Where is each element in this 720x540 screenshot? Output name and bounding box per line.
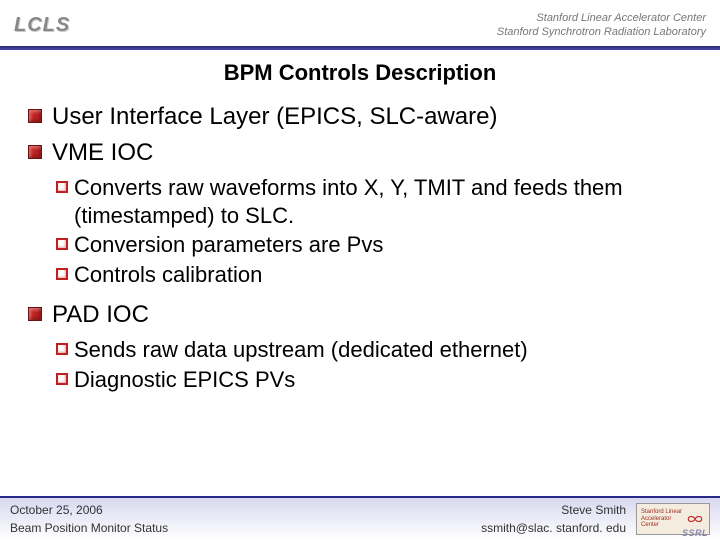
hollow-square-bullet-icon bbox=[56, 343, 68, 355]
footer-subtitle: Beam Position Monitor Status bbox=[10, 519, 481, 537]
bullet-item-l2: Diagnostic EPICS PVs bbox=[56, 366, 698, 394]
hollow-square-bullet-icon bbox=[56, 238, 68, 250]
footer-mid: Steve Smith ssmith@slac. stanford. edu bbox=[481, 501, 636, 537]
hollow-square-bullet-icon bbox=[56, 181, 68, 193]
bullet-item-l1: PAD IOC bbox=[28, 300, 698, 330]
bullet-text: Sends raw data upstream (dedicated ether… bbox=[74, 336, 528, 364]
footer-email: ssmith@slac. stanford. edu bbox=[481, 519, 626, 537]
bullet-item-l2: Conversion parameters are Pvs bbox=[56, 231, 698, 259]
footer-logo-line: Center bbox=[641, 522, 682, 529]
slide-content: User Interface Layer (EPICS, SLC-aware) … bbox=[0, 102, 720, 393]
bullet-text: Diagnostic EPICS PVs bbox=[74, 366, 295, 394]
bullet-text: Controls calibration bbox=[74, 261, 262, 289]
bullet-item-l2: Converts raw waveforms into X, Y, TMIT a… bbox=[56, 174, 698, 229]
bullet-text: VME IOC bbox=[52, 138, 153, 168]
footer-logo-line: Stanford Linear bbox=[641, 509, 682, 516]
hollow-square-bullet-icon bbox=[56, 373, 68, 385]
logo-right: Stanford Linear Accelerator Center Stanf… bbox=[497, 11, 706, 40]
bullet-item-l1: VME IOC bbox=[28, 138, 698, 168]
logo-right-line2: Stanford Synchrotron Radiation Laborator… bbox=[497, 25, 706, 39]
footer-date: October 25, 2006 bbox=[10, 501, 481, 519]
ssrl-label: SSRL bbox=[682, 528, 708, 538]
bullet-item-l1: User Interface Layer (EPICS, SLC-aware) bbox=[28, 102, 698, 132]
bullet-text: PAD IOC bbox=[52, 300, 149, 330]
bullet-text: Converts raw waveforms into X, Y, TMIT a… bbox=[74, 174, 698, 229]
logo-right-line1: Stanford Linear Accelerator Center bbox=[497, 11, 706, 25]
bullet-text: Conversion parameters are Pvs bbox=[74, 231, 383, 259]
square-bullet-icon bbox=[28, 145, 42, 159]
bullet-text: User Interface Layer (EPICS, SLC-aware) bbox=[52, 102, 498, 132]
hollow-square-bullet-icon bbox=[56, 268, 68, 280]
square-bullet-icon bbox=[28, 109, 42, 123]
footer-author: Steve Smith bbox=[481, 501, 626, 519]
header: LCLS Stanford Linear Accelerator Center … bbox=[0, 0, 720, 46]
footer-logo-text: Stanford Linear Accelerator Center bbox=[641, 509, 682, 529]
slide-title: BPM Controls Description bbox=[0, 50, 720, 102]
logo-left: LCLS bbox=[14, 14, 70, 37]
footer-left: October 25, 2006 Beam Position Monitor S… bbox=[10, 501, 481, 537]
square-bullet-icon bbox=[28, 307, 42, 321]
footer: October 25, 2006 Beam Position Monitor S… bbox=[0, 496, 720, 540]
bullet-item-l2: Controls calibration bbox=[56, 261, 698, 289]
footer-logo-line: Accelerator bbox=[641, 516, 682, 523]
bullet-item-l2: Sends raw data upstream (dedicated ether… bbox=[56, 336, 698, 364]
infinity-icon bbox=[685, 511, 705, 527]
